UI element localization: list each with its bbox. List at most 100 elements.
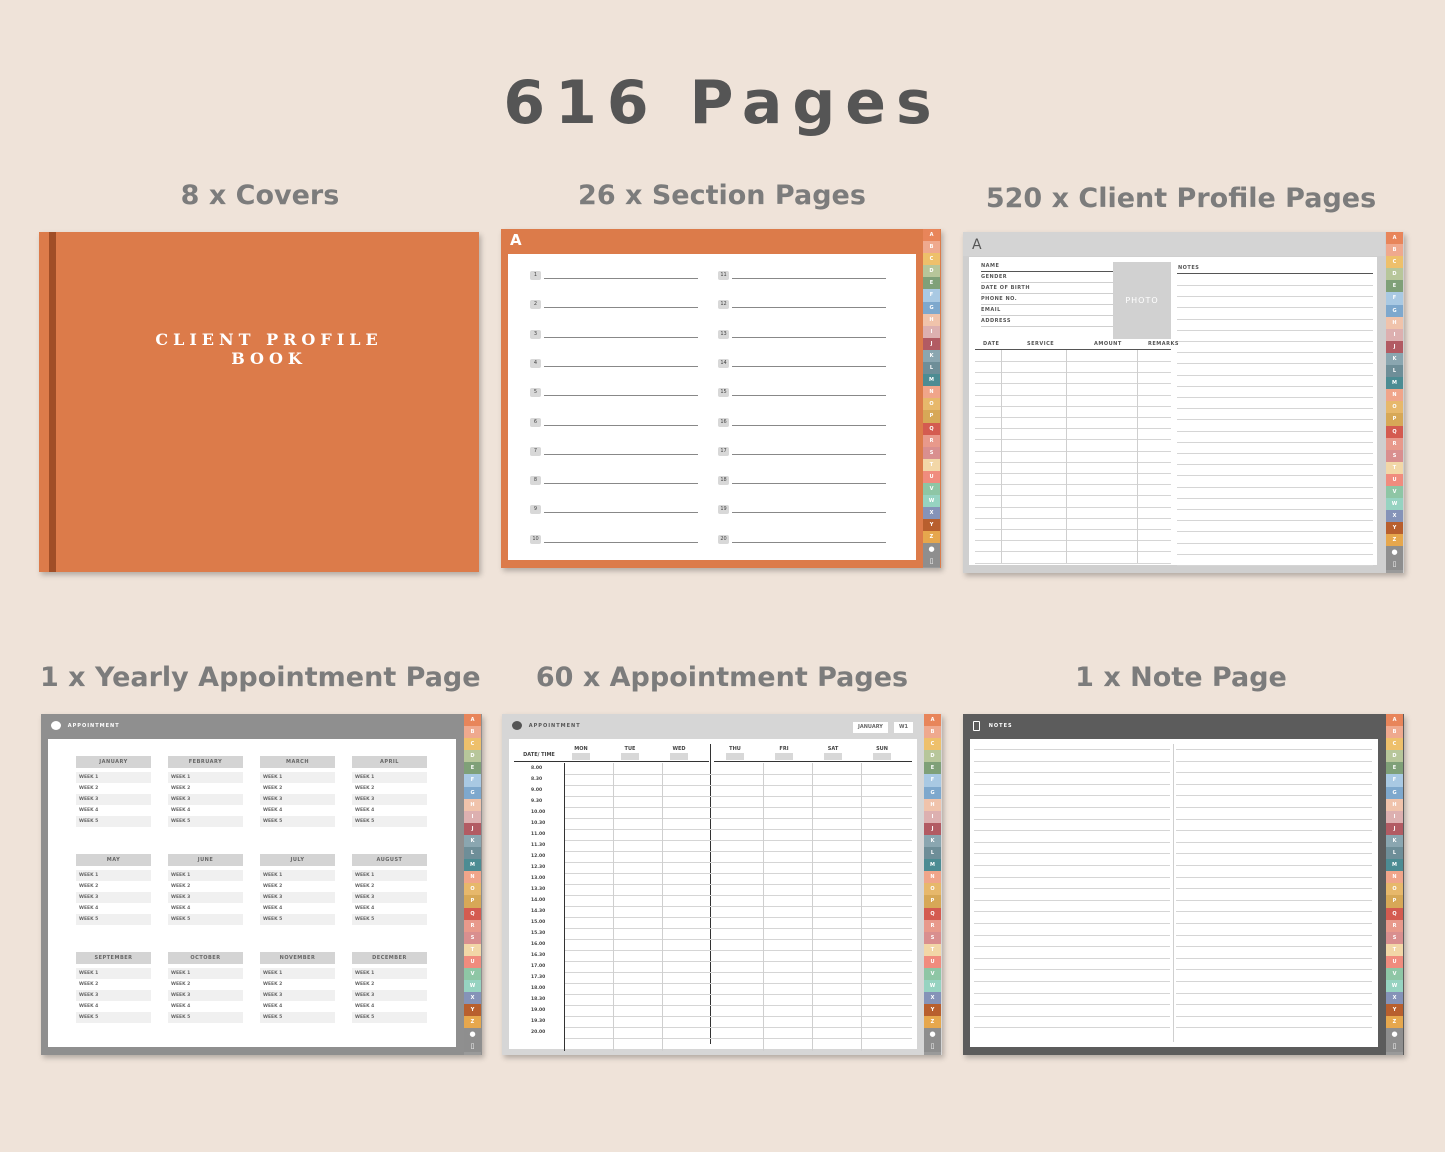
day-date-box[interactable] xyxy=(873,753,891,760)
tab-l[interactable]: L xyxy=(464,847,481,860)
section-row[interactable]: 13 xyxy=(718,329,886,342)
tab-f[interactable]: F xyxy=(924,774,941,787)
tab-d[interactable]: D xyxy=(1386,268,1403,281)
note-line[interactable] xyxy=(1176,853,1372,855)
tab-t[interactable]: T xyxy=(924,943,941,956)
tab-j[interactable]: J xyxy=(923,337,940,350)
note-line[interactable] xyxy=(1176,1004,1372,1006)
tab-l[interactable]: L xyxy=(923,362,940,375)
tab-n[interactable]: N xyxy=(924,871,941,884)
tab-p[interactable]: P xyxy=(464,895,481,908)
note-line[interactable] xyxy=(974,749,1170,750)
tab-y[interactable]: Y xyxy=(464,1004,481,1017)
tab-a[interactable]: A xyxy=(1386,232,1403,245)
week-row[interactable]: WEEK 2 xyxy=(260,979,335,990)
tab-d[interactable]: D xyxy=(1386,750,1403,763)
tab-w[interactable]: W xyxy=(464,980,481,993)
time-row-line[interactable] xyxy=(565,983,912,984)
note-line[interactable] xyxy=(1176,760,1372,762)
tab-j[interactable]: J xyxy=(464,822,481,835)
profile-field[interactable]: GENDER xyxy=(981,272,1114,283)
time-row-line[interactable] xyxy=(565,906,912,907)
time-row-line[interactable] xyxy=(565,1027,912,1028)
section-row[interactable]: 10 xyxy=(530,534,698,547)
tab-b[interactable]: B xyxy=(464,726,481,739)
clipboard-icon[interactable]: ▯ xyxy=(464,1040,481,1053)
note-line[interactable] xyxy=(1176,876,1372,878)
bear-icon[interactable]: ● xyxy=(923,543,940,556)
week-row[interactable]: WEEK 5 xyxy=(260,1012,335,1023)
tab-u[interactable]: U xyxy=(1386,473,1403,486)
month-block[interactable]: APRIL WEEK 1 WEEK 2 WEEK 3 WEEK 4 WEEK 5 xyxy=(352,756,427,827)
week-row[interactable]: WEEK 4 xyxy=(352,805,427,816)
week-row[interactable]: WEEK 2 xyxy=(76,881,151,892)
week-row[interactable]: WEEK 1 xyxy=(260,968,335,979)
tab-y[interactable]: Y xyxy=(923,519,940,532)
time-row-line[interactable] xyxy=(565,785,912,786)
tab-b[interactable]: B xyxy=(1386,244,1403,257)
tab-h[interactable]: H xyxy=(1386,316,1403,329)
tab-v[interactable]: V xyxy=(924,967,941,981)
week-row[interactable]: WEEK 4 xyxy=(260,903,335,914)
week-row[interactable]: WEEK 2 xyxy=(168,881,243,892)
tab-d[interactable]: D xyxy=(464,750,481,763)
tab-s[interactable]: S xyxy=(923,446,940,459)
tab-r[interactable]: R xyxy=(1386,919,1403,932)
tab-o[interactable]: O xyxy=(923,398,940,411)
week-row[interactable]: WEEK 1 xyxy=(260,870,335,881)
section-row[interactable]: 6 xyxy=(530,417,698,430)
tab-h[interactable]: H xyxy=(464,798,481,811)
tab-t[interactable]: T xyxy=(923,458,940,471)
week-row[interactable]: WEEK 4 xyxy=(76,1001,151,1012)
section-row[interactable]: 20 xyxy=(718,534,886,547)
note-line[interactable] xyxy=(974,1027,1170,1029)
bear-icon[interactable]: ● xyxy=(464,1028,481,1041)
profile-field[interactable]: ADDRESS xyxy=(981,316,1114,327)
tab-p[interactable]: P xyxy=(1386,895,1403,908)
note-line[interactable] xyxy=(1176,992,1372,994)
tab-c[interactable]: C xyxy=(924,738,941,751)
week-row[interactable]: WEEK 3 xyxy=(168,794,243,805)
tab-j[interactable]: J xyxy=(1386,822,1403,835)
tab-u[interactable]: U xyxy=(1386,955,1403,968)
tab-i[interactable]: I xyxy=(924,810,941,823)
note-line[interactable] xyxy=(1176,807,1372,808)
note-line[interactable] xyxy=(1176,957,1372,959)
tab-e[interactable]: E xyxy=(1386,762,1403,775)
tab-u[interactable]: U xyxy=(924,955,941,968)
week-row[interactable]: WEEK 4 xyxy=(352,903,427,914)
note-line[interactable] xyxy=(1176,795,1372,797)
note-line[interactable] xyxy=(974,772,1170,774)
note-line[interactable] xyxy=(1176,865,1372,866)
tab-a[interactable]: A xyxy=(924,714,941,727)
section-row[interactable]: 5 xyxy=(530,388,698,400)
profile-field[interactable]: NAME xyxy=(981,261,1114,272)
clipboard-icon[interactable]: ▯ xyxy=(1386,1040,1403,1053)
tab-m[interactable]: M xyxy=(924,859,941,872)
tab-l[interactable]: L xyxy=(924,847,941,860)
note-line[interactable] xyxy=(974,957,1170,959)
tab-x[interactable]: X xyxy=(464,992,481,1005)
week-row[interactable]: WEEK 5 xyxy=(168,914,243,925)
tab-r[interactable]: R xyxy=(924,919,941,932)
note-line[interactable] xyxy=(974,969,1170,971)
tab-v[interactable]: V xyxy=(464,967,481,981)
week-row[interactable]: WEEK 3 xyxy=(352,892,427,903)
tab-p[interactable]: P xyxy=(1386,413,1403,426)
tab-z[interactable]: Z xyxy=(924,1016,941,1029)
section-row[interactable]: 11 xyxy=(718,271,886,283)
week-row[interactable]: WEEK 3 xyxy=(260,892,335,903)
week-row[interactable]: WEEK 4 xyxy=(168,1001,243,1012)
week-row[interactable]: WEEK 1 xyxy=(76,870,151,881)
clipboard-icon[interactable]: ▯ xyxy=(924,1040,941,1053)
tab-j[interactable]: J xyxy=(1386,340,1403,353)
note-line[interactable] xyxy=(974,981,1170,982)
tab-h[interactable]: H xyxy=(1386,798,1403,811)
week-row[interactable]: WEEK 2 xyxy=(260,881,335,892)
tab-a[interactable]: A xyxy=(1386,714,1403,727)
tab-x[interactable]: X xyxy=(1386,510,1403,523)
week-row[interactable]: WEEK 1 xyxy=(352,968,427,979)
time-row-line[interactable] xyxy=(565,950,912,951)
week-row[interactable]: WEEK 2 xyxy=(352,783,427,794)
tab-c[interactable]: C xyxy=(464,738,481,751)
